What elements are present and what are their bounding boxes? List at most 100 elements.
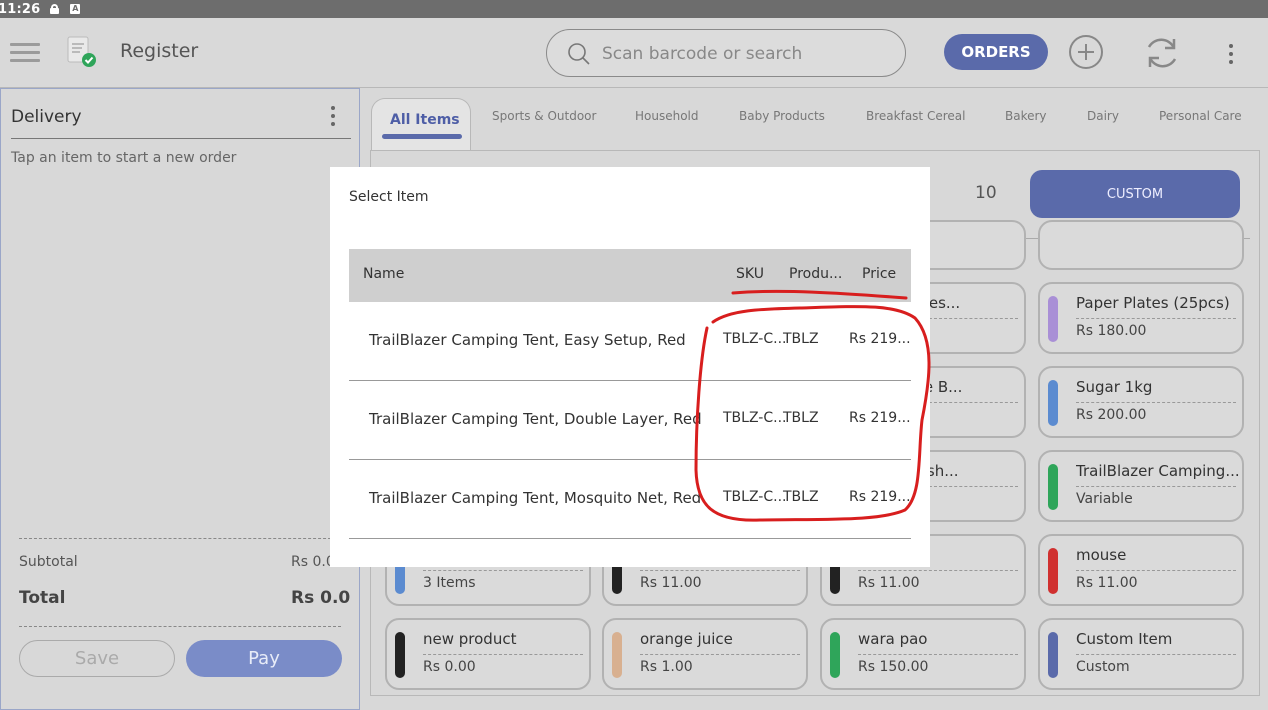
notification-a-icon: A — [70, 4, 81, 14]
column-header-sku[interactable]: SKU — [736, 266, 764, 282]
divider — [423, 570, 583, 571]
item-card[interactable]: orange juice Rs 1.00 — [602, 618, 808, 690]
variant-name: TrailBlazer Camping Tent, Mosquito Net, … — [369, 489, 702, 507]
item-color-bar — [1048, 380, 1058, 426]
tab-household[interactable]: Household — [635, 109, 699, 123]
subtotal-value: Rs 0.0 — [291, 554, 335, 570]
tab-breakfast-cereal[interactable]: Breakfast Cereal — [866, 109, 965, 123]
register-logo-icon — [66, 36, 96, 68]
item-price: Rs 0.00 — [423, 659, 476, 675]
item-color-bar — [1048, 548, 1058, 594]
page-title: Register — [120, 40, 199, 62]
custom-item-button[interactable]: CUSTOM — [1030, 170, 1240, 218]
variant-product: TBLZ — [783, 489, 819, 505]
order-menu-icon[interactable] — [331, 106, 337, 130]
table-row[interactable]: TrailBlazer Camping Tent, Double Layer, … — [349, 381, 911, 460]
item-name: mouse — [1076, 546, 1127, 564]
table-row[interactable]: TrailBlazer Camping Tent, Easy Setup, Re… — [349, 302, 911, 381]
item-color-bar — [612, 632, 622, 678]
lock-icon — [50, 4, 60, 14]
divider — [1076, 318, 1236, 319]
divider — [858, 570, 1018, 571]
item-price: Rs 11.00 — [1076, 575, 1138, 591]
select-item-dialog: Select Item Name SKU Produ... Price Trai… — [330, 167, 930, 567]
item-color-bar — [1048, 464, 1058, 510]
tab-all-items[interactable]: All Items — [371, 98, 471, 150]
item-card[interactable]: new product Rs 0.00 — [385, 618, 591, 690]
item-name: Paper Plates (25pcs) — [1076, 294, 1230, 312]
variant-product: TBLZ — [783, 410, 819, 426]
item-card[interactable]: TrailBlazer Camping... Variable — [1038, 450, 1244, 522]
sync-icon[interactable] — [1143, 34, 1181, 72]
column-header-product[interactable]: Produ... — [789, 266, 842, 282]
app-header: Register ORDERS — [0, 18, 1268, 88]
item-card[interactable]: Sugar 1kg Rs 200.00 — [1038, 366, 1244, 438]
divider — [19, 626, 341, 627]
column-header-price[interactable]: Price — [862, 266, 896, 282]
variant-price: Rs 219... — [849, 331, 911, 347]
item-card[interactable] — [1038, 220, 1244, 270]
item-price: Variable — [1076, 491, 1133, 507]
item-card[interactable]: wara pao Rs 150.00 — [820, 618, 1026, 690]
variant-product: TBLZ — [783, 331, 819, 347]
item-color-bar — [830, 632, 840, 678]
divider — [640, 570, 800, 571]
divider — [640, 654, 800, 655]
item-price: Rs 1.00 — [640, 659, 693, 675]
variant-name: TrailBlazer Camping Tent, Double Layer, … — [369, 410, 702, 428]
tab-sports-outdoor[interactable]: Sports & Outdoor — [492, 109, 596, 123]
search-icon — [568, 43, 590, 65]
divider — [1076, 654, 1236, 655]
add-circle-icon[interactable] — [1068, 34, 1104, 70]
divider — [11, 138, 351, 139]
divider — [1076, 486, 1236, 487]
tab-personal-care[interactable]: Personal Care — [1159, 109, 1242, 123]
divider — [423, 654, 583, 655]
divider — [1076, 570, 1236, 571]
search-input[interactable] — [602, 42, 892, 66]
item-card[interactable]: mouse Rs 11.00 — [1038, 534, 1244, 606]
variant-price: Rs 219... — [849, 489, 911, 505]
clock: 11:26 — [0, 1, 41, 17]
item-name: Custom Item — [1076, 630, 1173, 648]
item-name: orange juice — [640, 630, 733, 648]
tab-dairy[interactable]: Dairy — [1087, 109, 1119, 123]
item-name: new product — [423, 630, 517, 648]
subtotal-label: Subtotal — [19, 554, 78, 570]
total-label: Total — [19, 588, 66, 608]
page-number: 10 — [975, 183, 997, 203]
tab-baby-products[interactable]: Baby Products — [739, 109, 825, 123]
search-bar[interactable] — [546, 29, 906, 77]
more-options-icon[interactable] — [1229, 44, 1233, 68]
hamburger-menu-icon[interactable] — [10, 43, 40, 63]
divider — [858, 654, 1018, 655]
item-name: TrailBlazer Camping... — [1076, 462, 1240, 480]
item-price: 3 Items — [423, 575, 476, 591]
item-name: Sugar 1kg — [1076, 378, 1153, 396]
tab-bakery[interactable]: Bakery — [1005, 109, 1047, 123]
item-price: Rs 200.00 — [1076, 407, 1147, 423]
dialog-title: Select Item — [349, 189, 429, 205]
item-card[interactable]: Paper Plates (25pcs) Rs 180.00 — [1038, 282, 1244, 354]
orders-button[interactable]: ORDERS — [944, 34, 1048, 70]
variant-sku: TBLZ-C... — [723, 331, 787, 347]
divider — [1076, 402, 1236, 403]
variant-price: Rs 219... — [849, 410, 911, 426]
item-price: Custom — [1076, 659, 1130, 675]
variant-name: TrailBlazer Camping Tent, Easy Setup, Re… — [369, 331, 686, 349]
table-row[interactable]: TrailBlazer Camping Tent, Mosquito Net, … — [349, 460, 911, 539]
item-color-bar — [395, 632, 405, 678]
empty-order-hint: Tap an item to start a new order — [11, 150, 237, 166]
item-price: Rs 180.00 — [1076, 323, 1147, 339]
divider — [19, 538, 341, 539]
pay-button[interactable]: Pay — [186, 640, 342, 677]
total-value: Rs 0.0 — [291, 588, 351, 608]
column-header-name[interactable]: Name — [363, 266, 404, 282]
status-bar: 11:26 A — [0, 0, 1268, 18]
order-type-label[interactable]: Delivery — [11, 107, 82, 127]
item-card[interactable]: Custom Item Custom — [1038, 618, 1244, 690]
save-button[interactable]: Save — [19, 640, 175, 677]
tab-label: All Items — [390, 112, 460, 128]
category-tabs: All Items Sports & Outdoor Household Bab… — [370, 98, 1268, 150]
variant-sku: TBLZ-C... — [723, 489, 787, 505]
